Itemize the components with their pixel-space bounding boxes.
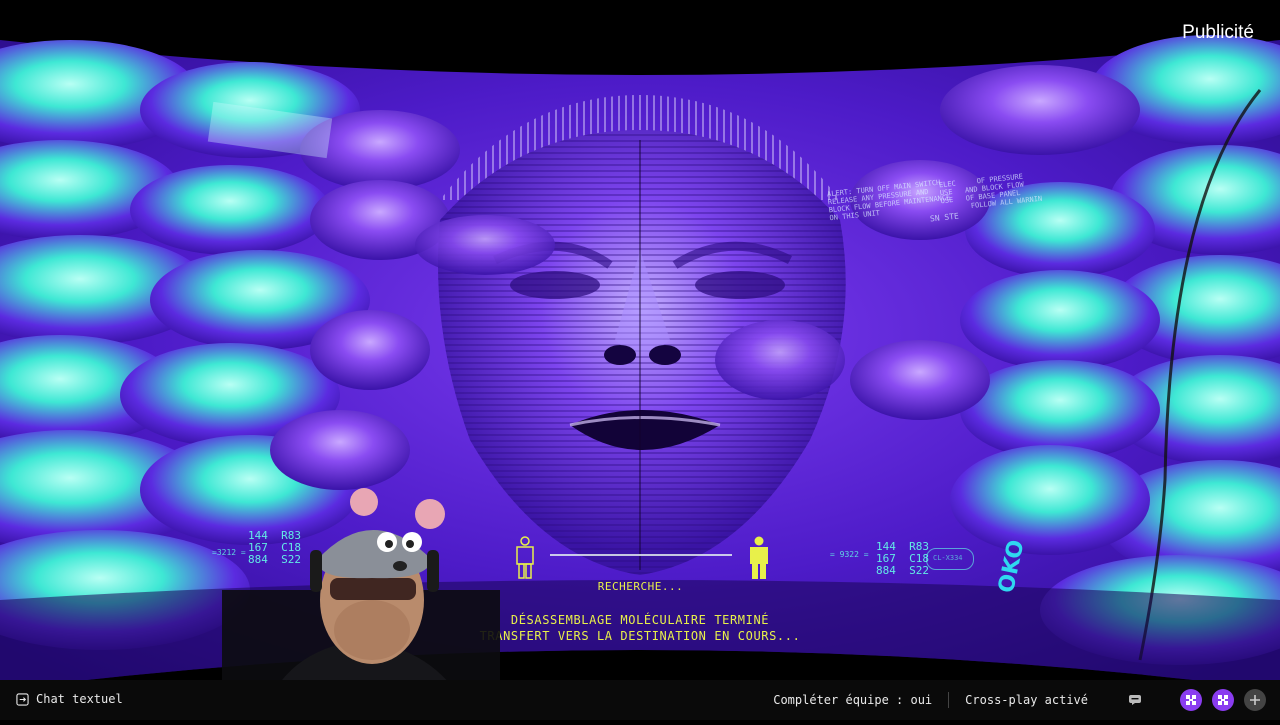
text-chat-label: Chat textuel [36,692,123,706]
game-viewport: ALERT: TURN OFF MAIN SWITCH RELEASE ANY … [0,0,1280,720]
hud-code-right-small: = 9322 = [830,550,869,559]
text-chat-button[interactable]: Chat textuel [16,692,123,706]
party-emblem-icon [1186,695,1196,705]
add-player-button[interactable] [1244,689,1266,711]
psychedelic-wall-scene [0,0,1280,720]
hud-badge: CL-X334 [926,548,974,570]
crossplay-status[interactable]: Cross-play activé [965,693,1088,707]
chat-bubble-icon[interactable] [1128,694,1142,706]
divider [948,692,950,708]
bottom-bar-right: Compléter équipe : oui Cross-play activé [773,680,1280,720]
ad-label: Publicité [1182,22,1254,43]
party-emblem-icon [1218,695,1228,705]
bottom-bar: Chat textuel Compléter équipe : oui Cros… [0,680,1280,720]
hud-code-right: 144 R83 167 C18 884 S22 [876,540,929,577]
transfer-line [550,554,732,556]
chat-input-icon [16,692,29,706]
plus-icon [1250,695,1260,705]
party-icon-1[interactable] [1180,689,1202,711]
source-person-icon [516,536,534,579]
status-line-1: DÉSASSEMBLAGE MOLÉCULAIRE TERMINÉ [510,613,770,627]
hud-badge-code: CL-X334 [933,554,963,562]
transfer-indicator: RECHERCHE... [512,534,772,598]
destination-person-icon [750,536,768,579]
party-icon-2[interactable] [1212,689,1234,711]
status-line-2: TRANSFERT VERS LA DESTINATION EN COURS..… [479,629,801,643]
search-status: RECHERCHE... [597,580,684,593]
team-fill-status[interactable]: Compléter équipe : oui [773,693,932,707]
